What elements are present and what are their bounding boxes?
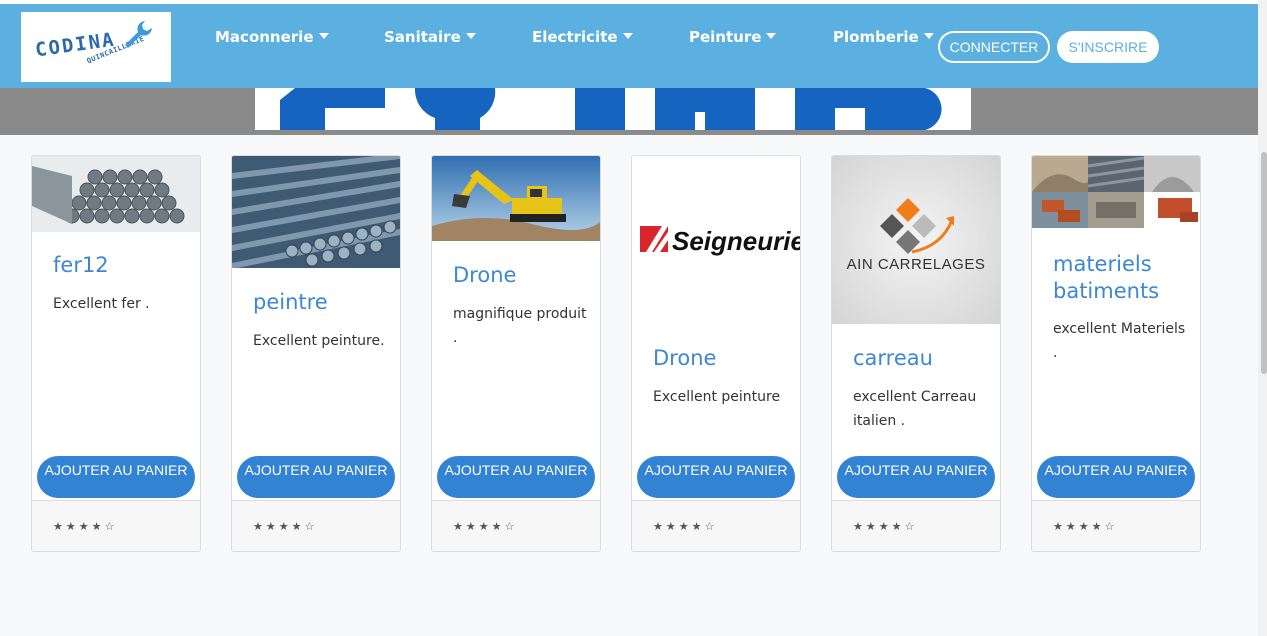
product-card: Drone magnifique produit . AJOUTER AU PA…: [431, 155, 601, 552]
seigneurie-wordmark: Seigneurie: [672, 226, 800, 256]
wrench-icon: [125, 21, 152, 48]
codina-logo[interactable]: CODINA QUINCAILLERIE: [21, 12, 171, 82]
add-to-cart-button[interactable]: AJOUTER AU PANIER: [237, 456, 395, 498]
navbar: CODINA QUINCAILLERIE Maconnerie Sanitair…: [0, 4, 1258, 88]
product-description: Excellent peinture: [653, 389, 781, 405]
caret-down-icon: [923, 33, 934, 39]
add-to-cart-button[interactable]: AJOUTER AU PANIER: [437, 456, 595, 498]
product-card: peintre Excellent peinture. AJOUTER AU P…: [231, 155, 401, 552]
nav-item-maconnerie[interactable]: Maconnerie: [215, 28, 329, 46]
signup-button[interactable]: S'INSCRIRE: [1057, 31, 1159, 63]
rebar-bundle-image[interactable]: [32, 156, 200, 232]
caret-down-icon: [622, 33, 633, 39]
materials-collage-image[interactable]: [1032, 156, 1200, 228]
add-to-cart-button[interactable]: AJOUTER AU PANIER: [637, 456, 795, 498]
star-rating: ★★★★☆: [53, 520, 118, 533]
hero-banner: [0, 88, 1258, 135]
add-to-cart-button[interactable]: AJOUTER AU PANIER: [1037, 456, 1195, 498]
star-rating: ★★★★☆: [853, 520, 918, 533]
card-footer: ★★★★☆: [632, 500, 800, 551]
product-description: Excellent fer .: [53, 296, 150, 312]
product-card: fer12 Excellent fer . AJOUTER AU PANIER …: [31, 155, 201, 552]
product-description: magnifique produit .: [453, 306, 587, 346]
card-footer: ★★★★☆: [832, 500, 1000, 551]
product-title[interactable]: materiels batiments: [1053, 251, 1193, 305]
ain-carrelages-logo[interactable]: [832, 156, 1000, 324]
product-description: excellent Materiels .: [1053, 321, 1186, 361]
product-card: materiels batiments excellent Materiels …: [1031, 155, 1201, 552]
card-footer: ★★★★☆: [432, 500, 600, 551]
product-card: carreau excellent Carreau italien . AJOU…: [831, 155, 1001, 552]
nav-item-electricite[interactable]: Electricite: [532, 28, 633, 46]
product-description: excellent Carreau italien .: [853, 389, 977, 429]
nav-item-label: Electricite: [532, 28, 618, 46]
nav-item-label: Sanitaire: [384, 28, 461, 46]
product-title[interactable]: fer12: [53, 252, 109, 279]
card-footer: ★★★★☆: [32, 500, 200, 551]
scrollbar-thumb[interactable]: [1261, 152, 1267, 374]
product-title[interactable]: Drone: [653, 345, 716, 372]
banner-image: [255, 88, 971, 131]
nav-item-plomberie[interactable]: Plomberie: [833, 28, 934, 46]
nav-item-sanitaire[interactable]: Sanitaire: [384, 28, 476, 46]
steel-bars-image[interactable]: [232, 156, 400, 268]
card-footer: ★★★★☆: [232, 500, 400, 551]
star-rating: ★★★★☆: [1053, 520, 1118, 533]
banner-letters-image: [255, 88, 971, 131]
add-to-cart-button[interactable]: AJOUTER AU PANIER: [37, 456, 195, 498]
caret-down-icon: [318, 33, 329, 39]
product-title[interactable]: carreau: [853, 345, 933, 372]
excavator-image[interactable]: [432, 156, 600, 241]
product-title[interactable]: peintre: [253, 289, 328, 316]
nav-item-label: Maconnerie: [215, 28, 314, 46]
seigneurie-logo[interactable]: Seigneurie: [632, 156, 800, 324]
nav-item-peinture[interactable]: Peinture: [689, 28, 777, 46]
card-footer: ★★★★☆: [1032, 500, 1200, 551]
nav-item-label: Plomberie: [833, 28, 919, 46]
product-description: Excellent peinture.: [253, 333, 385, 349]
product-card: Seigneurie Drone Excellent peinture AJOU…: [631, 155, 801, 552]
star-rating: ★★★★☆: [253, 520, 318, 533]
product-title[interactable]: Drone: [453, 262, 516, 289]
star-rating: ★★★★☆: [653, 520, 718, 533]
nav-item-label: Peinture: [689, 28, 762, 46]
caret-down-icon: [465, 33, 476, 39]
connect-button[interactable]: CONNECTER: [938, 31, 1050, 63]
caret-down-icon: [766, 33, 777, 39]
ain-carrelages-wordmark: AIN CARRELAGES: [846, 256, 986, 273]
star-rating: ★★★★☆: [453, 520, 518, 533]
add-to-cart-button[interactable]: AJOUTER AU PANIER: [837, 456, 995, 498]
